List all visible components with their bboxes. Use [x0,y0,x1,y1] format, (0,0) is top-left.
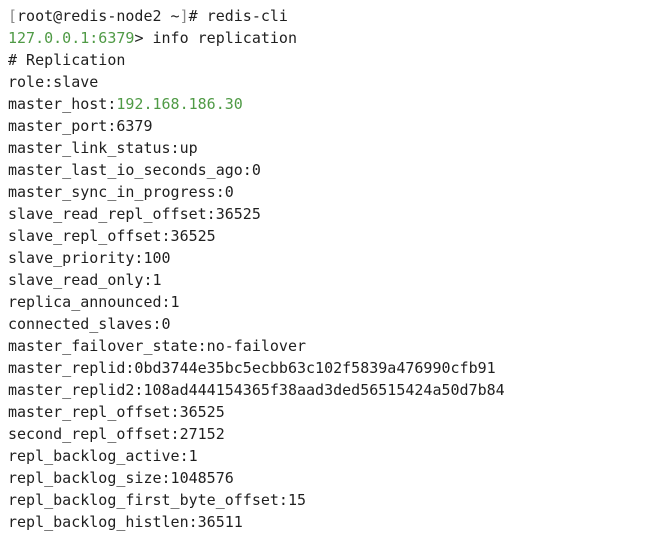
master-host-ip: 192.168.186.30 [116,95,243,113]
output-line: slave_read_repl_offset:36525 [8,205,261,223]
output-line: master_replid2:108ad444154365f38aad3ded5… [8,381,505,399]
output-line: slave_priority:100 [8,249,171,267]
prompt-close-bracket: ] [179,7,189,25]
prompt-open-bracket: [ [8,7,18,25]
output-line: master_link_status:up [8,139,198,157]
output-line: repl_backlog_size:1048576 [8,469,234,487]
redis-command: info replication [152,29,298,47]
output-line: replica_announced:1 [8,293,180,311]
output-line-role: role:slave [8,73,99,91]
redis-prompt-symbol: > [134,29,153,47]
master-host-key: master_host: [8,95,117,113]
prompt-user-host: root@redis-node2 ~ [17,7,180,25]
output-line: slave_repl_offset:36525 [8,227,216,245]
prompt-symbol: # [188,7,207,25]
redis-prompt-line: 127.0.0.1:6379> info replication [8,27,650,49]
output-line: slave_read_only:1 [8,271,162,289]
shell-prompt-line: [root@redis-node2 ~]# redis-cli [8,5,650,27]
output-line: connected_slaves:0 [8,315,171,333]
terminal-output: [root@redis-node2 ~]# redis-cli 127.0.0.… [8,5,650,533]
output-lines: master_port:6379 master_link_status:upmas… [8,115,650,533]
output-line: master_last_io_seconds_ago:0 [8,161,261,179]
terminal-window[interactable]: - - -- - [root@redis-node2 ~]# redis-cli… [0,0,650,536]
output-line: repl_backlog_histlen:36511 [8,513,243,531]
output-line: second_repl_offset:27152 [8,425,225,443]
output-line: master_sync_in_progress:0 [8,183,234,201]
output-line: master_repl_offset:36525 [8,403,225,421]
shell-command: redis-cli [206,7,288,25]
output-line: master_failover_state:no-failover [8,337,307,355]
output-line: repl_backlog_active:1 [8,447,198,465]
output-line: master_port:6379 [8,117,153,135]
output-line: repl_backlog_first_byte_offset:15 [8,491,307,509]
output-line-master-host: master_host:192.168.186.30 [8,93,650,115]
redis-prompt-address: 127.0.0.1:6379 [8,29,135,47]
output-line: master_replid:0bd3744e35bc5ecbb63c102f58… [8,359,496,377]
section-header: # Replication [8,51,126,69]
